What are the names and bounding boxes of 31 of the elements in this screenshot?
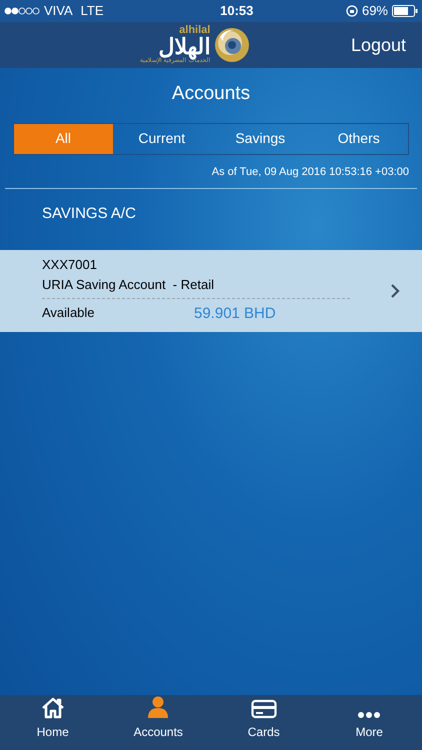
battery-icon bbox=[392, 5, 418, 17]
carrier-name: VIVA bbox=[44, 2, 73, 20]
account-name: URIA Saving Account - Retail bbox=[42, 276, 215, 294]
balance-label: Available bbox=[42, 304, 96, 322]
network-type: LTE bbox=[80, 2, 104, 20]
battery-percent: 69% bbox=[362, 2, 388, 20]
logo-latin-text: alhilal bbox=[179, 25, 210, 36]
more-icon bbox=[357, 711, 382, 719]
page-title: Accounts bbox=[172, 82, 250, 106]
logo-arabic-text: الهلال bbox=[158, 36, 210, 58]
card-icon bbox=[250, 699, 277, 719]
chevron-right-icon bbox=[390, 282, 400, 298]
tab-bar-item[interactable]: More bbox=[316, 695, 422, 750]
filter-tab[interactable]: Others bbox=[310, 124, 408, 154]
person-icon bbox=[146, 695, 170, 719]
filter-tab[interactable]: Savings bbox=[211, 124, 310, 154]
filter-tab[interactable]: Current bbox=[112, 124, 211, 154]
as-of-timestamp: As of Tue, 09 Aug 2016 10:53:16 +03:00 bbox=[212, 164, 409, 180]
logout-button[interactable]: Logout bbox=[350, 32, 406, 58]
tab-bar-item[interactable]: Accounts bbox=[106, 695, 211, 750]
section-heading: SAVINGS A/C bbox=[42, 204, 137, 224]
clock-time: 10:53 bbox=[219, 2, 254, 20]
signal-icon bbox=[4, 7, 40, 15]
rotation-lock-icon bbox=[346, 5, 358, 17]
tab-bar-item[interactable]: Home bbox=[0, 695, 106, 750]
spiral-logo-icon bbox=[214, 26, 250, 62]
account-number: XXX7001 bbox=[42, 256, 98, 274]
home-icon bbox=[40, 697, 65, 719]
account-row[interactable]: XXX7001 URIA Saving Account - Retail Available 59.901 BHD bbox=[0, 250, 422, 332]
balance-amount: 59.901 BHD bbox=[194, 304, 276, 324]
tab-bar-item[interactable]: Cards bbox=[211, 695, 316, 750]
